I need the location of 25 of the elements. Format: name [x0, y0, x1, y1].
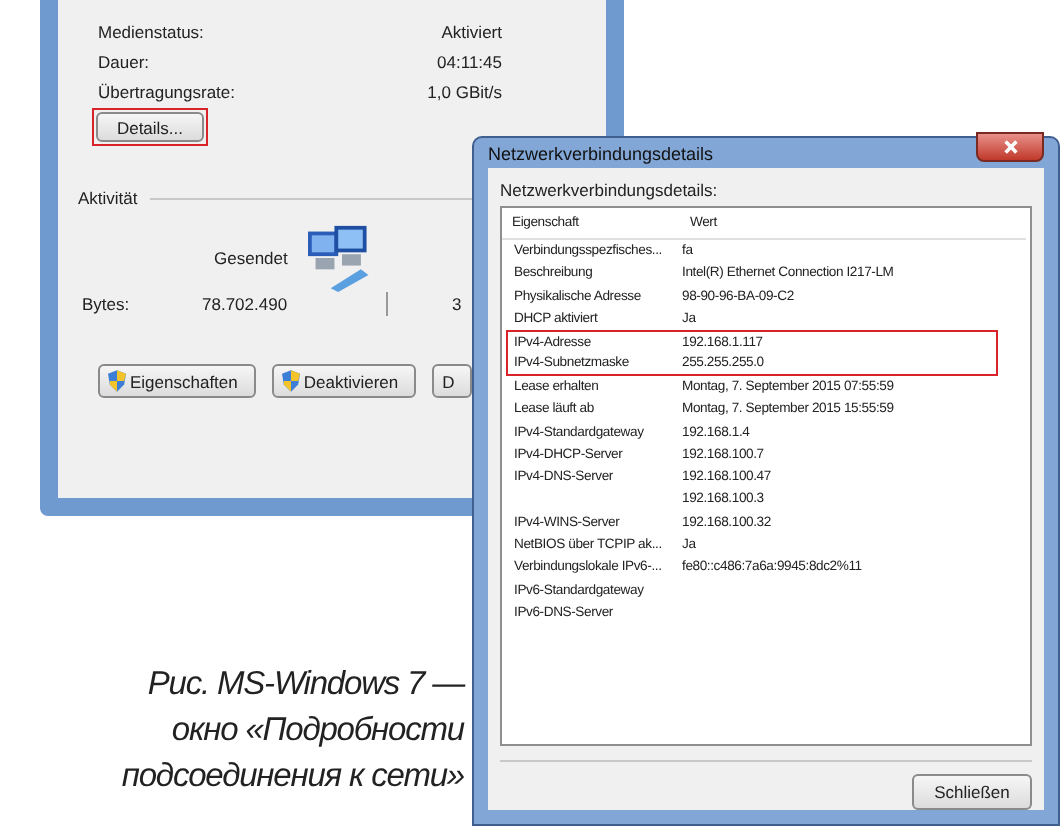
field-label: Übertragungsrate: [98, 81, 236, 101]
close-button[interactable] [976, 132, 1044, 162]
figure-caption: окно «Подробности [171, 710, 464, 752]
action-button[interactable]: Deaktivieren [271, 364, 417, 398]
bytes-label: Bytes: [80, 294, 132, 314]
window-title: Netzwerkverbindungsdetails [488, 143, 714, 163]
bytes-sent: 78.702.490 [202, 294, 290, 314]
bytes-received: 3 [452, 294, 462, 314]
action-button[interactable]: Eigenschaften [98, 364, 256, 398]
field-value: Aktiviert [441, 21, 502, 41]
close-icon [1001, 138, 1019, 156]
figure-caption: Рис. MS-Windows 7 — [147, 664, 464, 706]
shield-icon [281, 370, 300, 392]
list-label: Netzwerkverbindungsdetails: [500, 180, 720, 200]
close-dialog-button[interactable]: Schließen [912, 774, 1032, 810]
group-title: Aktivität [78, 188, 150, 208]
shield-icon [108, 370, 126, 392]
field-label: Medienstatus: [98, 21, 204, 41]
field-value: 1,0 GBit/s [427, 81, 502, 101]
action-button[interactable]: D [432, 364, 473, 398]
details-button[interactable]: Details... [96, 112, 204, 142]
field-value: 04:11:45 [437, 51, 502, 71]
sent-label: Gesendet [214, 248, 288, 268]
figure-caption: подсоединения к сети» [121, 756, 464, 798]
field-label: Dauer: [98, 51, 150, 71]
